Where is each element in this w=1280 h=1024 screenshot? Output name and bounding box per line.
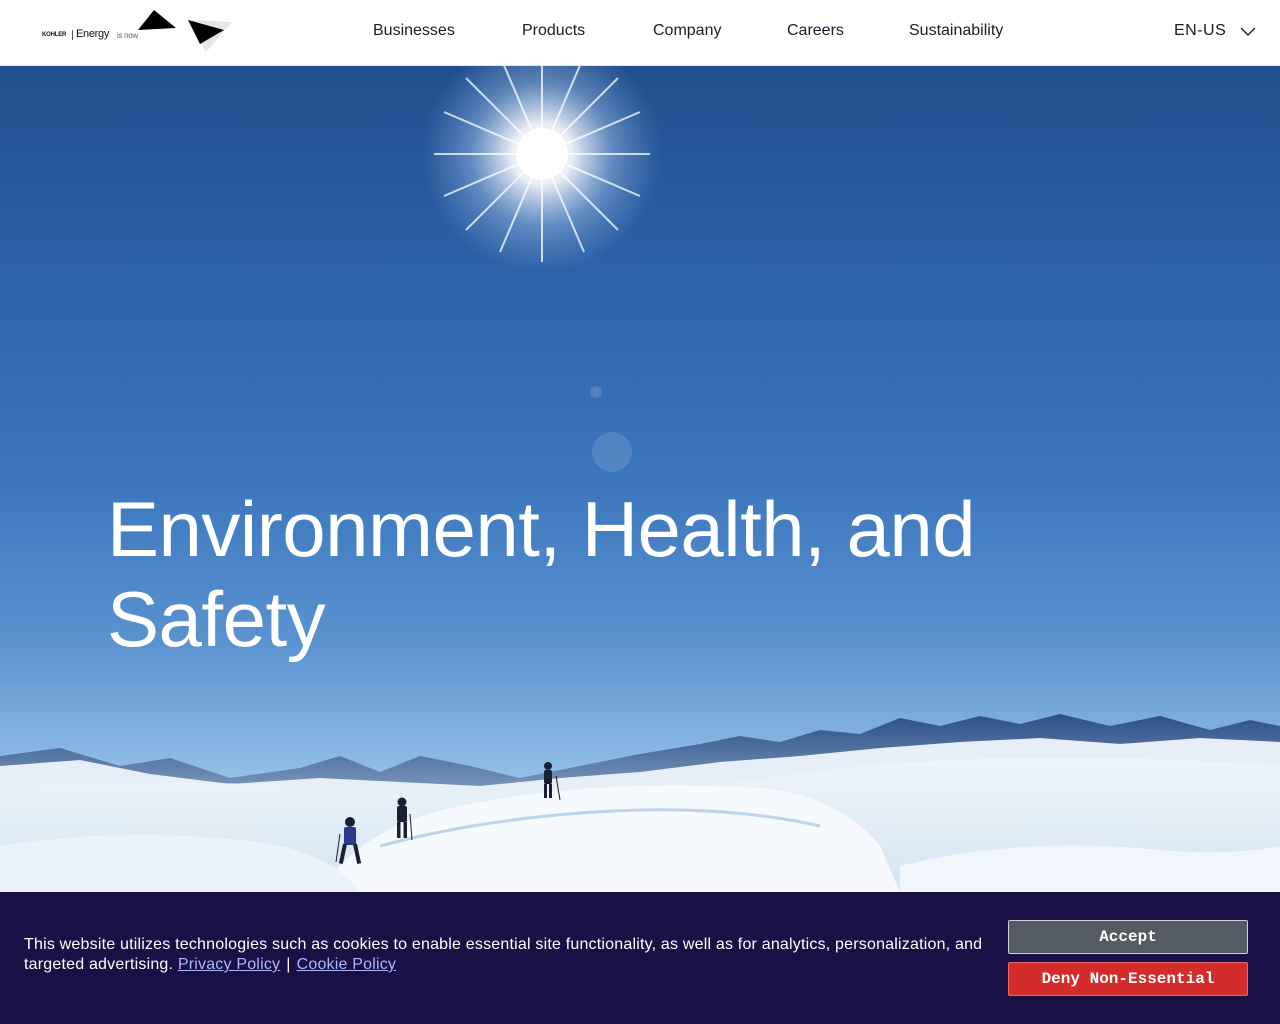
site-header: KOHLER Energy is now Businesses Products… xyxy=(0,0,1280,66)
hero-image xyxy=(0,66,1280,892)
deny-non-essential-button[interactable]: Deny Non-Essential xyxy=(1008,962,1248,996)
hero-title: Environment, Health, and Safety xyxy=(107,485,976,663)
accept-cookies-button[interactable]: Accept xyxy=(1008,920,1248,954)
language-selector[interactable]: EN-US xyxy=(1174,22,1256,44)
nav-item-careers[interactable]: Careers xyxy=(787,22,844,40)
chevron-down-icon xyxy=(1240,27,1256,36)
cookie-message: This website utilizes technologies such … xyxy=(24,935,1004,975)
nav-item-businesses[interactable]: Businesses xyxy=(373,22,455,40)
main-nav: Businesses Products Company Careers Sust… xyxy=(0,22,1280,44)
nav-item-products[interactable]: Products xyxy=(522,22,585,40)
hero-banner: Environment, Health, and Safety xyxy=(0,66,1280,892)
sun-graphic xyxy=(422,66,662,472)
cookie-policy-link[interactable]: Cookie Policy xyxy=(297,956,397,973)
cookie-text: This website utilizes technologies such … xyxy=(24,936,983,973)
language-label: EN-US xyxy=(1174,22,1227,39)
cookie-banner: This website utilizes technologies such … xyxy=(0,892,1280,1024)
nav-item-company[interactable]: Company xyxy=(653,22,721,40)
nav-item-sustainability[interactable]: Sustainability xyxy=(909,22,1003,40)
privacy-policy-link[interactable]: Privacy Policy xyxy=(178,956,280,973)
link-separator: | xyxy=(286,956,291,973)
